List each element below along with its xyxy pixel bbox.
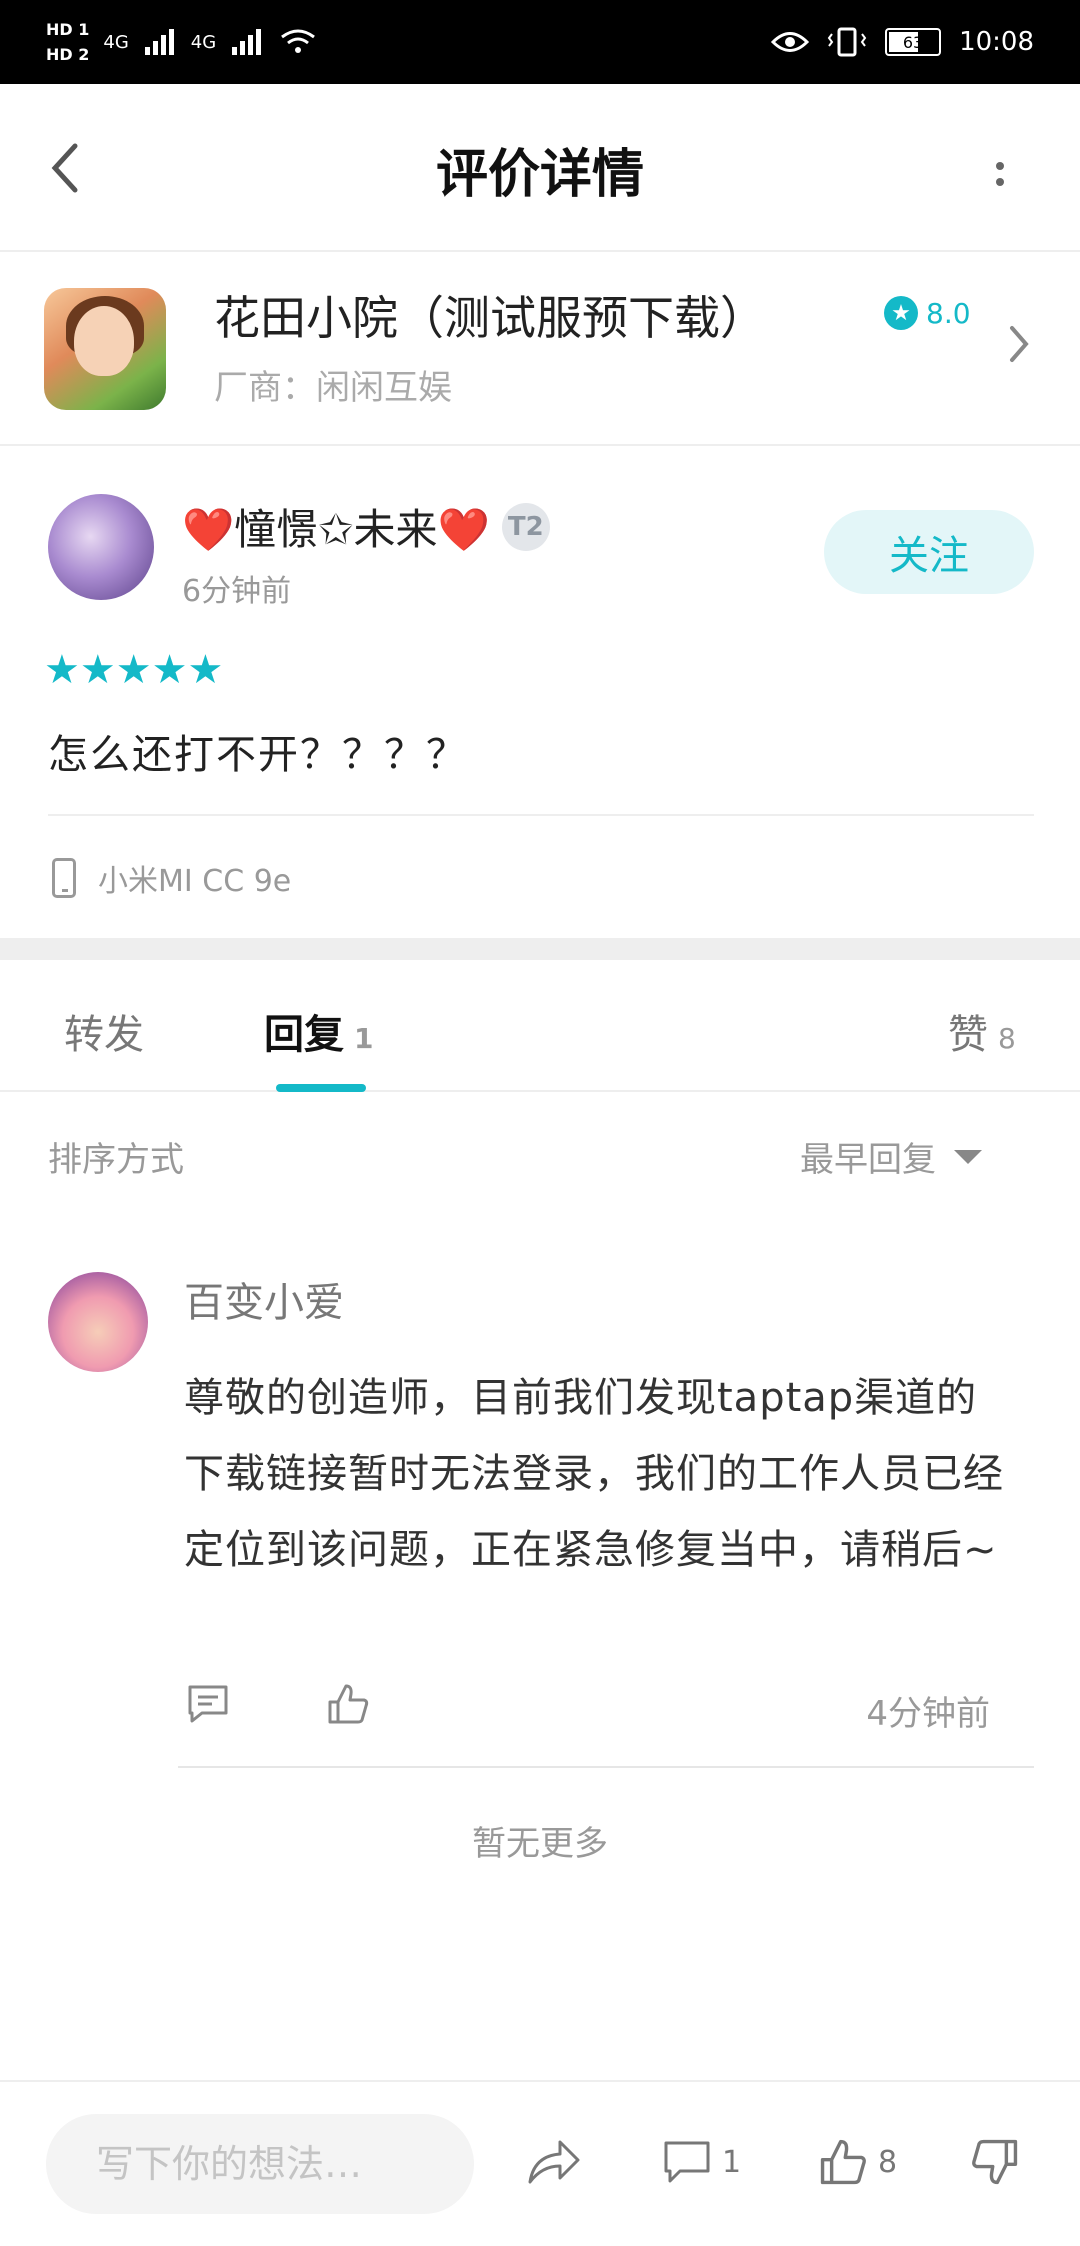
bottom-bar: 1 8: [0, 2080, 1080, 2246]
divider: [48, 814, 1034, 816]
review-stars: ★★★★★: [44, 647, 224, 693]
phone-icon: [52, 858, 76, 898]
signal-bars-icon: [232, 29, 262, 55]
app-header: 评价详情: [0, 84, 1080, 252]
app-vendor: 厂商：闲闲互娱: [214, 368, 452, 408]
like-count: 8: [878, 2144, 898, 2180]
comment-count: 1: [722, 2144, 742, 2180]
reply-time: 4分钟前: [866, 1694, 990, 1734]
battery-icon: 63: [885, 28, 942, 56]
reply-comment-button[interactable]: [184, 1680, 232, 1728]
status-left: HD 1 HD 2 4G 4G: [46, 12, 318, 72]
rating-star-icon: ★: [884, 296, 918, 330]
review-text: 怎么还打不开？？？？: [48, 732, 468, 778]
more-button[interactable]: [980, 144, 1020, 204]
tab-like-label: 赞: [948, 1012, 988, 1058]
signal1-label: 4G: [103, 31, 129, 53]
thumbs-up-icon: [328, 1684, 369, 1724]
thumbs-down-icon: [972, 2139, 1018, 2185]
share-button[interactable]: [526, 2132, 582, 2192]
app-rating-value: 8.0: [926, 296, 971, 330]
comment-icon: [188, 1685, 228, 1723]
device-row: 小米MI CC 9e: [52, 856, 291, 900]
status-right: 63 10:08: [771, 0, 1034, 84]
thumbs-up-icon: [820, 2139, 866, 2185]
page-title: 评价详情: [435, 145, 644, 205]
sort-label: 排序方式: [48, 1140, 184, 1180]
tab-reply[interactable]: 回复 1: [264, 1002, 373, 1060]
comment-button[interactable]: 1: [662, 2132, 741, 2192]
reviewer-avatar[interactable]: [48, 494, 154, 600]
hd2-indicator: HD 2: [46, 45, 90, 64]
sort-value: 最早回复: [800, 1140, 936, 1180]
app-icon: [44, 288, 166, 410]
no-more-text: 暂无更多: [472, 1824, 608, 1864]
hd1-indicator: HD 1: [46, 20, 90, 39]
review-time: 6分钟前: [182, 574, 292, 609]
eye-comfort-icon: [771, 32, 810, 52]
reply-like-button[interactable]: [324, 1680, 372, 1728]
reviewer-name[interactable]: ❤️憧憬✩未来❤️: [182, 496, 490, 557]
signal-bars-icon: [144, 29, 174, 55]
chevron-right-icon: [1008, 324, 1030, 374]
share-arrow-icon: [528, 2140, 580, 2184]
comment-input[interactable]: [46, 2114, 474, 2214]
tab-indicator: [276, 1084, 366, 1092]
dislike-button[interactable]: [970, 2132, 1020, 2192]
section-divider: [0, 938, 1080, 960]
dropdown-triangle-icon: [954, 1149, 982, 1164]
app-name: 花田小院（测试服预下载）: [214, 291, 766, 345]
more-dot-icon: [996, 178, 1004, 186]
app-rating: ★ 8.0: [884, 296, 971, 330]
app-card[interactable]: 花田小院（测试服预下载） ★ 8.0 厂商：闲闲互娱: [0, 252, 1080, 446]
follow-button[interactable]: 关注: [824, 510, 1034, 594]
app-icon-face: [74, 306, 134, 376]
wifi-icon: [281, 29, 316, 53]
tab-like-count: 8: [998, 1022, 1016, 1055]
tab-forward[interactable]: 转发: [64, 1002, 144, 1060]
hd-indicators: HD 1 HD 2: [46, 20, 89, 64]
status-bar: HD 1 HD 2 4G 4G 63 10:08: [0, 0, 1080, 84]
device-name: 小米MI CC 9e: [98, 864, 292, 899]
replier-avatar[interactable]: [48, 1272, 148, 1372]
sort-dropdown[interactable]: 最早回复: [800, 1132, 982, 1181]
tab-forward-label: 转发: [64, 1012, 144, 1058]
divider: [178, 1766, 1034, 1768]
tab-like[interactable]: 赞8: [948, 1002, 1016, 1060]
clock: 10:08: [959, 27, 1034, 57]
battery-level: 63: [902, 32, 924, 52]
more-dot-icon: [996, 162, 1004, 170]
signal2-label: 4G: [190, 31, 217, 53]
reviewer-name-row: ❤️憧憬✩未来❤️ T2: [182, 496, 550, 557]
tab-reply-label: 回复: [264, 1012, 344, 1058]
tab-reply-count: 1: [354, 1022, 374, 1055]
vibrate-icon: [827, 27, 867, 57]
comment-icon: [664, 2141, 710, 2183]
tab-bar: 转发 回复 1 赞8: [0, 960, 1080, 1092]
like-button[interactable]: 8: [818, 2132, 897, 2192]
reply-actions: 4分钟前: [184, 1680, 990, 1740]
reply-text: 尊敬的创造师，目前我们发现taptap渠道的下载链接暂时无法登录，我们的工作人员…: [184, 1375, 1004, 1573]
level-badge: T2: [501, 502, 550, 551]
replier-name[interactable]: 百变小爱: [184, 1270, 344, 1328]
